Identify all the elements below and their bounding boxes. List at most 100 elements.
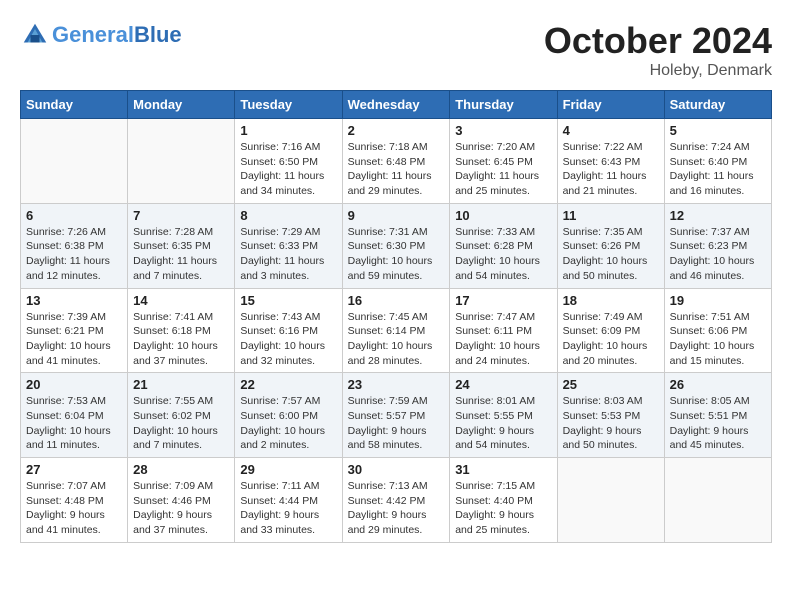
- week-row-5: 27Sunrise: 7:07 AM Sunset: 4:48 PM Dayli…: [21, 458, 772, 543]
- logo-line1: General: [52, 22, 134, 47]
- calendar-cell: 29 Sunrise: 7:11 AM Sunset: 4:44 PM Dayli…: [235, 458, 342, 543]
- day-info: Sunrise: 7:18 AM Sunset: 6:48 PM Dayligh…: [348, 140, 445, 199]
- day-info: Sunrise: 7:15 AM Sunset: 4:40 PM Dayligh…: [455, 479, 551, 538]
- day-number: 12: [670, 208, 766, 223]
- day-number: 19: [670, 293, 766, 308]
- day-number: 3: [455, 123, 551, 138]
- calendar-cell: 3Sunrise: 7:20 AM Sunset: 6:45 PM Daylig…: [450, 119, 557, 204]
- day-header-tuesday: Tuesday: [235, 91, 342, 119]
- day-number: 28: [133, 462, 229, 477]
- day-header-thursday: Thursday: [450, 91, 557, 119]
- day-info: Sunrise: 7:29 AM Sunset: 6:33 PM Dayligh…: [240, 225, 336, 284]
- day-number: 26: [670, 377, 766, 392]
- calendar-cell: 15Sunrise: 7:43 AM Sunset: 6:16 PM Dayli…: [235, 288, 342, 373]
- calendar-cell: 13 Sunrise: 7:39 AM Sunset: 6:21 PM Dayli…: [21, 288, 128, 373]
- day-header-monday: Monday: [128, 91, 235, 119]
- day-info: Sunrise: 7:13 AM Sunset: 4:42 PM Dayligh…: [348, 479, 445, 538]
- day-number: 10: [455, 208, 551, 223]
- day-info: Sunrise: 7:47 AM Sunset: 6:11 PM Dayligh…: [455, 310, 551, 369]
- calendar-cell: 7 Sunrise: 7:28 AM Sunset: 6:35 PM Daylig…: [128, 203, 235, 288]
- calendar-cell: [21, 119, 128, 204]
- day-number: 7: [133, 208, 229, 223]
- logo-icon: [20, 20, 50, 50]
- day-info: Sunrise: 8:03 AM Sunset: 5:53 PM Dayligh…: [563, 394, 659, 453]
- day-info: Sunrise: 7:51 AM Sunset: 6:06 PM Dayligh…: [670, 310, 766, 369]
- logo-line2: Blue: [134, 22, 182, 47]
- day-header-sunday: Sunday: [21, 91, 128, 119]
- day-info: Sunrise: 7:39 AM Sunset: 6:21 PM Dayligh…: [26, 310, 122, 369]
- day-number: 24: [455, 377, 551, 392]
- day-info: Sunrise: 7:37 AM Sunset: 6:23 PM Dayligh…: [670, 225, 766, 284]
- day-info: Sunrise: 7:45 AM Sunset: 6:14 PM Dayligh…: [348, 310, 445, 369]
- day-number: 14: [133, 293, 229, 308]
- day-number: 21: [133, 377, 229, 392]
- week-row-4: 20Sunrise: 7:53 AM Sunset: 6:04 PM Dayli…: [21, 373, 772, 458]
- day-info: Sunrise: 7:35 AM Sunset: 6:26 PM Dayligh…: [563, 225, 659, 284]
- calendar-cell: 30 Sunrise: 7:13 AM Sunset: 4:42 PM Dayli…: [342, 458, 450, 543]
- day-number: 27: [26, 462, 122, 477]
- calendar-cell: 16Sunrise: 7:45 AM Sunset: 6:14 PM Dayli…: [342, 288, 450, 373]
- calendar-cell: [557, 458, 664, 543]
- day-number: 4: [563, 123, 659, 138]
- day-number: 30: [348, 462, 445, 477]
- day-info: Sunrise: 7:09 AM Sunset: 4:46 PM Dayligh…: [133, 479, 229, 538]
- day-info: Sunrise: 7:22 AM Sunset: 6:43 PM Dayligh…: [563, 140, 659, 199]
- calendar-cell: 10Sunrise: 7:33 AM Sunset: 6:28 PM Dayli…: [450, 203, 557, 288]
- calendar-cell: 22 Sunrise: 7:57 AM Sunset: 6:00 PM Dayli…: [235, 373, 342, 458]
- week-row-3: 13 Sunrise: 7:39 AM Sunset: 6:21 PM Dayli…: [21, 288, 772, 373]
- day-header-friday: Friday: [557, 91, 664, 119]
- month-title: October 2024: [544, 20, 772, 62]
- day-number: 29: [240, 462, 336, 477]
- day-header-row: SundayMondayTuesdayWednesdayThursdayFrid…: [21, 91, 772, 119]
- day-number: 22: [240, 377, 336, 392]
- day-info: Sunrise: 7:55 AM Sunset: 6:02 PM Dayligh…: [133, 394, 229, 453]
- day-number: 23: [348, 377, 445, 392]
- day-number: 1: [240, 123, 336, 138]
- day-number: 8: [240, 208, 336, 223]
- calendar-cell: 18Sunrise: 7:49 AM Sunset: 6:09 PM Dayli…: [557, 288, 664, 373]
- calendar-cell: 4 Sunrise: 7:22 AM Sunset: 6:43 PM Daylig…: [557, 119, 664, 204]
- calendar-cell: 1 Sunrise: 7:16 AM Sunset: 6:50 PM Daylig…: [235, 119, 342, 204]
- calendar-cell: 14 Sunrise: 7:41 AM Sunset: 6:18 PM Dayli…: [128, 288, 235, 373]
- calendar-cell: 24 Sunrise: 8:01 AM Sunset: 5:55 PM Dayli…: [450, 373, 557, 458]
- day-info: Sunrise: 8:01 AM Sunset: 5:55 PM Dayligh…: [455, 394, 551, 453]
- day-number: 9: [348, 208, 445, 223]
- day-number: 18: [563, 293, 659, 308]
- day-info: Sunrise: 7:11 AM Sunset: 4:44 PM Dayligh…: [240, 479, 336, 538]
- day-number: 2: [348, 123, 445, 138]
- day-info: Sunrise: 7:59 AM Sunset: 5:57 PM Dayligh…: [348, 394, 445, 453]
- header: GeneralBlue October 2024 Holeby, Denmark: [20, 20, 772, 80]
- day-info: Sunrise: 7:31 AM Sunset: 6:30 PM Dayligh…: [348, 225, 445, 284]
- day-number: 6: [26, 208, 122, 223]
- calendar-cell: 2 Sunrise: 7:18 AM Sunset: 6:48 PM Daylig…: [342, 119, 450, 204]
- week-row-2: 6 Sunrise: 7:26 AM Sunset: 6:38 PM Daylig…: [21, 203, 772, 288]
- week-row-1: 1 Sunrise: 7:16 AM Sunset: 6:50 PM Daylig…: [21, 119, 772, 204]
- day-number: 15: [240, 293, 336, 308]
- day-info: Sunrise: 7:41 AM Sunset: 6:18 PM Dayligh…: [133, 310, 229, 369]
- day-info: Sunrise: 7:16 AM Sunset: 6:50 PM Dayligh…: [240, 140, 336, 199]
- day-info: Sunrise: 7:24 AM Sunset: 6:40 PM Dayligh…: [670, 140, 766, 199]
- day-header-wednesday: Wednesday: [342, 91, 450, 119]
- calendar-cell: 26 Sunrise: 8:05 AM Sunset: 5:51 PM Dayli…: [664, 373, 771, 458]
- day-number: 17: [455, 293, 551, 308]
- calendar-cell: 21 Sunrise: 7:55 AM Sunset: 6:02 PM Dayli…: [128, 373, 235, 458]
- calendar-cell: 11 Sunrise: 7:35 AM Sunset: 6:26 PM Dayli…: [557, 203, 664, 288]
- calendar-cell: 5 Sunrise: 7:24 AM Sunset: 6:40 PM Daylig…: [664, 119, 771, 204]
- day-number: 11: [563, 208, 659, 223]
- calendar-cell: 20Sunrise: 7:53 AM Sunset: 6:04 PM Dayli…: [21, 373, 128, 458]
- calendar-cell: [128, 119, 235, 204]
- day-number: 5: [670, 123, 766, 138]
- day-info: Sunrise: 7:57 AM Sunset: 6:00 PM Dayligh…: [240, 394, 336, 453]
- day-header-saturday: Saturday: [664, 91, 771, 119]
- day-info: Sunrise: 8:05 AM Sunset: 5:51 PM Dayligh…: [670, 394, 766, 453]
- day-number: 13: [26, 293, 122, 308]
- day-info: Sunrise: 7:28 AM Sunset: 6:35 PM Dayligh…: [133, 225, 229, 284]
- day-info: Sunrise: 7:26 AM Sunset: 6:38 PM Dayligh…: [26, 225, 122, 284]
- calendar-cell: 23 Sunrise: 7:59 AM Sunset: 5:57 PM Dayli…: [342, 373, 450, 458]
- day-number: 31: [455, 462, 551, 477]
- calendar-cell: 9 Sunrise: 7:31 AM Sunset: 6:30 PM Daylig…: [342, 203, 450, 288]
- logo: GeneralBlue: [20, 20, 182, 50]
- calendar-cell: 6 Sunrise: 7:26 AM Sunset: 6:38 PM Daylig…: [21, 203, 128, 288]
- calendar-cell: [664, 458, 771, 543]
- calendar-cell: 28 Sunrise: 7:09 AM Sunset: 4:46 PM Dayli…: [128, 458, 235, 543]
